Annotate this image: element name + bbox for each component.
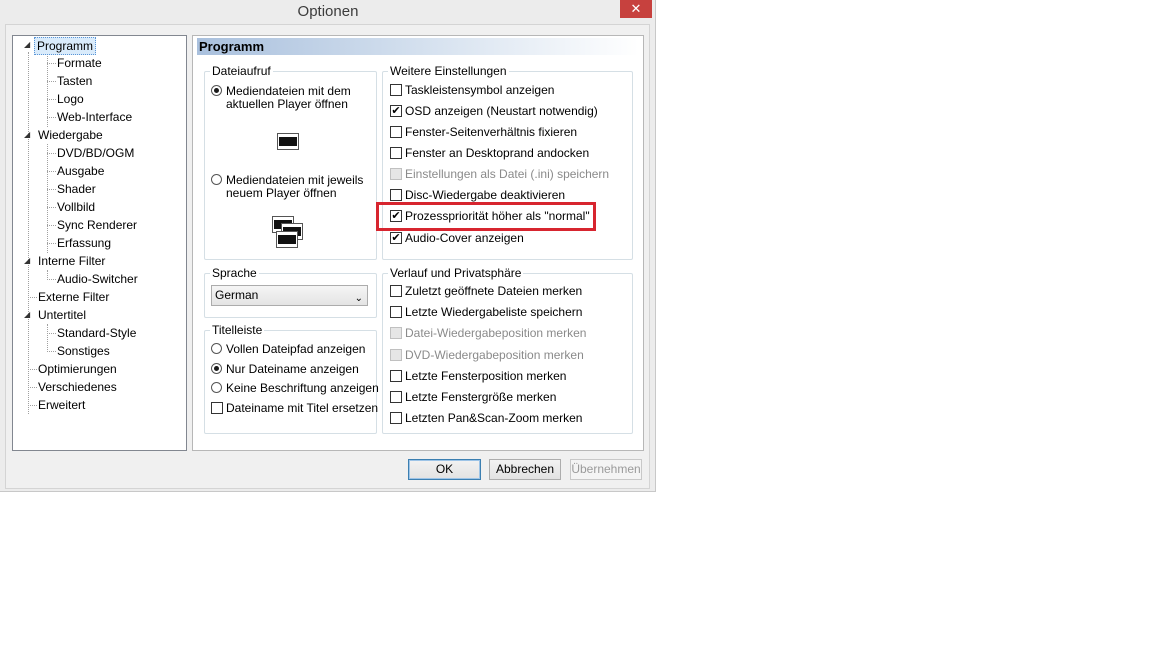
panel-title: Programm — [197, 38, 639, 55]
radio-label-new-player[interactable]: Mediendateien mit jeweils neuem Player ö… — [226, 174, 366, 200]
titelleiste-group: Titelleiste — [204, 323, 377, 434]
checkbox-label-audio-cover[interactable]: Audio-Cover anzeigen — [405, 232, 524, 245]
tree-item-sync-renderer[interactable]: Sync Renderer — [57, 217, 137, 233]
checkbox-label-disable-disc-playback[interactable]: Disc-Wiedergabe deaktivieren — [405, 189, 565, 202]
dateiaufruf-legend: Dateiaufruf — [212, 64, 271, 78]
checkbox-label-save-playlist[interactable]: Letzte Wiedergabeliste speichern — [405, 306, 582, 319]
tree-item-dvd-bd-ogm[interactable]: DVD/BD/OGM — [57, 145, 134, 161]
tree-item-shader[interactable]: Shader — [57, 181, 96, 197]
radio-no-caption[interactable] — [211, 382, 222, 393]
checkbox-ini-settings — [390, 168, 402, 180]
weitere-legend: Weitere Einstellungen — [390, 64, 507, 78]
tree-item-programm[interactable]: Programm — [34, 37, 97, 55]
tree-item-ausgabe[interactable]: Ausgabe — [57, 163, 104, 179]
tree-item-erfassung[interactable]: Erfassung — [57, 235, 111, 251]
checkbox-osd[interactable]: ✔ — [390, 105, 402, 117]
titelleiste-legend: Titelleiste — [212, 323, 263, 337]
checkbox-save-playlist[interactable] — [390, 306, 402, 318]
collapse-icon[interactable]: ◢ — [24, 310, 34, 319]
language-select-value: German — [215, 288, 259, 302]
radio-label-current-player[interactable]: Mediendateien mit dem aktuellen Player ö… — [226, 85, 366, 111]
checkbox-label-dvd-position: DVD-Wiedergabeposition merken — [405, 348, 584, 362]
radio-label-no-caption[interactable]: Keine Beschriftung anzeigen — [226, 382, 379, 395]
tree-item-untertitel[interactable]: Untertitel — [38, 307, 86, 323]
ok-button[interactable]: OK — [408, 459, 481, 480]
radio-open-in-new-player[interactable] — [211, 174, 222, 185]
checkbox-label-window-size[interactable]: Letzte Fenstergröße merken — [405, 391, 556, 404]
apply-button: Übernehmen — [570, 459, 642, 480]
tree-item-externe-filter[interactable]: Externe Filter — [38, 289, 109, 305]
tree-item-sonstiges[interactable]: Sonstiges — [57, 343, 110, 359]
radio-filename-only[interactable] — [211, 363, 222, 374]
tree-item-interne-filter[interactable]: Interne Filter — [38, 253, 105, 269]
collapse-icon[interactable]: ◢ — [24, 256, 34, 265]
checkbox-taskbar-icon[interactable] — [390, 84, 402, 96]
chevron-down-icon: ⌄ — [354, 293, 363, 304]
collapse-icon[interactable]: ◢ — [24, 130, 34, 139]
tree-item-wiedergabe[interactable]: Wiedergabe — [38, 127, 103, 143]
radio-label-full-path[interactable]: Vollen Dateipfad anzeigen — [226, 343, 365, 356]
checkbox-label-pan-scan-zoom[interactable]: Letzten Pan&Scan-Zoom merken — [405, 412, 582, 425]
highlight-annotation-box — [376, 202, 596, 231]
checkbox-file-position — [390, 327, 402, 339]
checkbox-recent-files[interactable] — [390, 285, 402, 297]
window-title: Optionen — [297, 3, 359, 20]
radio-open-in-current-player[interactable] — [211, 85, 222, 96]
checkbox-label-aspect-ratio[interactable]: Fenster-Seitenverhältnis fixieren — [405, 126, 577, 139]
checkbox-replace-filename-with-title[interactable] — [211, 402, 223, 414]
checkbox-label-osd[interactable]: OSD anzeigen (Neustart notwendig) — [405, 105, 598, 118]
close-icon[interactable]: ✕ — [620, 0, 652, 18]
checkbox-aspect-ratio[interactable] — [390, 126, 402, 138]
checkbox-window-position[interactable] — [390, 370, 402, 382]
checkmark-icon: ✔ — [391, 105, 401, 117]
checkbox-label-taskbar-icon[interactable]: Taskleistensymbol anzeigen — [405, 84, 554, 97]
tree-item-verschiedenes[interactable]: Verschiedenes — [38, 379, 117, 395]
multiple-players-icon — [276, 231, 298, 248]
checkbox-dvd-position — [390, 349, 402, 361]
radio-full-path[interactable] — [211, 343, 222, 354]
tree-item-audio-switcher[interactable]: Audio-Switcher — [57, 271, 138, 287]
tree-item-web-interface[interactable]: Web-Interface — [57, 109, 132, 125]
single-player-icon — [277, 133, 299, 150]
checkbox-pan-scan-zoom[interactable] — [390, 412, 402, 424]
sprache-legend: Sprache — [212, 266, 257, 280]
tree-item-logo[interactable]: Logo — [57, 91, 84, 107]
tree-item-erweitert[interactable]: Erweitert — [38, 397, 85, 413]
options-tree[interactable]: ◢ ◢ ◢ ◢ Programm Formate Tasten Logo Web… — [12, 35, 187, 451]
cancel-button[interactable]: Abbrechen — [489, 459, 561, 480]
checkbox-label-snap-to-desktop[interactable]: Fenster an Desktoprand andocken — [405, 147, 589, 160]
verlauf-legend: Verlauf und Privatsphäre — [390, 266, 522, 280]
checkbox-label-recent-files[interactable]: Zuletzt geöffnete Dateien merken — [405, 285, 582, 298]
checkbox-window-size[interactable] — [390, 391, 402, 403]
tree-item-tasten[interactable]: Tasten — [57, 73, 92, 89]
tree-item-vollbild[interactable]: Vollbild — [57, 199, 95, 215]
checkbox-label-window-position[interactable]: Letzte Fensterposition merken — [405, 370, 566, 383]
tree-item-optimierungen[interactable]: Optimierungen — [38, 361, 117, 377]
collapse-icon[interactable]: ◢ — [24, 40, 34, 49]
checkbox-label-file-position: Datei-Wiedergabeposition merken — [405, 326, 587, 340]
checkbox-label-replace-filename[interactable]: Dateiname mit Titel ersetzen — [226, 402, 378, 415]
checkmark-icon: ✔ — [391, 232, 401, 244]
radio-label-filename-only[interactable]: Nur Dateiname anzeigen — [226, 363, 359, 376]
tree-item-formate[interactable]: Formate — [57, 55, 102, 71]
checkbox-snap-to-desktop[interactable] — [390, 147, 402, 159]
checkbox-disable-disc-playback[interactable] — [390, 189, 402, 201]
checkbox-audio-cover[interactable]: ✔ — [390, 232, 402, 244]
language-select[interactable]: German ⌄ — [211, 285, 368, 306]
tree-item-standard-style[interactable]: Standard-Style — [57, 325, 136, 341]
checkbox-label-ini-settings: Einstellungen als Datei (.ini) speichern — [405, 167, 610, 181]
